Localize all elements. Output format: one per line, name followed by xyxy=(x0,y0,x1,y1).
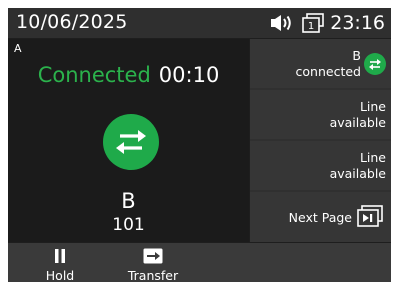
line-key-text: Line available xyxy=(330,99,386,131)
next-page-button[interactable]: Next Page xyxy=(250,192,391,242)
transfer-arrows-icon xyxy=(103,114,159,170)
callee-number: 101 xyxy=(112,215,145,235)
call-timer: 00:10 xyxy=(158,63,220,87)
line-key-subtitle: connected xyxy=(295,64,361,79)
line-key-text: Line available xyxy=(330,150,386,182)
pause-icon xyxy=(38,248,82,264)
status-right: 1 23:16 xyxy=(270,11,385,35)
speaker-icon xyxy=(270,14,296,32)
call-state: Connected xyxy=(37,63,151,87)
line-key-b[interactable]: B connected xyxy=(250,39,391,88)
status-bar: 10/06/2025 1 23:16 xyxy=(8,8,391,38)
line-key-subtitle: available xyxy=(329,115,386,130)
line-key-title: Line xyxy=(359,150,386,165)
softkey-bar: Hold Transfer xyxy=(8,243,391,282)
active-call-panel[interactable]: A Connected 00:10 B 101 xyxy=(8,39,249,242)
next-page-content: Next Page xyxy=(289,205,383,230)
hold-label: Hold xyxy=(45,268,75,282)
status-date: 10/06/2025 xyxy=(16,11,128,33)
callee-name: B xyxy=(121,189,136,213)
line-key-subtitle: available xyxy=(329,166,386,181)
line-key-3[interactable]: Line available xyxy=(250,141,391,190)
transfer-button[interactable]: Transfer xyxy=(122,243,184,282)
status-time: 23:16 xyxy=(330,12,385,34)
line-key-text: B connected xyxy=(296,48,361,80)
transfer-label: Transfer xyxy=(127,268,179,282)
line-keys: B connected Line available Line availabl… xyxy=(250,39,391,242)
next-page-label: Next Page xyxy=(288,210,352,225)
next-page-icon xyxy=(357,205,383,230)
line-letter: A xyxy=(14,42,22,55)
call-state-row: Connected 00:10 xyxy=(8,63,249,87)
phone-screen: 10/06/2025 1 23:16 A Connected 00:10 B 1… xyxy=(8,8,391,282)
line-key-icon: 1 xyxy=(302,13,325,33)
hold-button[interactable]: Hold xyxy=(38,243,82,282)
line-key-number: 1 xyxy=(308,21,314,32)
transfer-icon xyxy=(122,248,184,264)
transfer-arrows-icon xyxy=(364,53,386,75)
line-key-title: Line xyxy=(359,99,386,114)
line-key-title: B xyxy=(352,48,361,63)
line-key-2[interactable]: Line available xyxy=(250,90,391,139)
